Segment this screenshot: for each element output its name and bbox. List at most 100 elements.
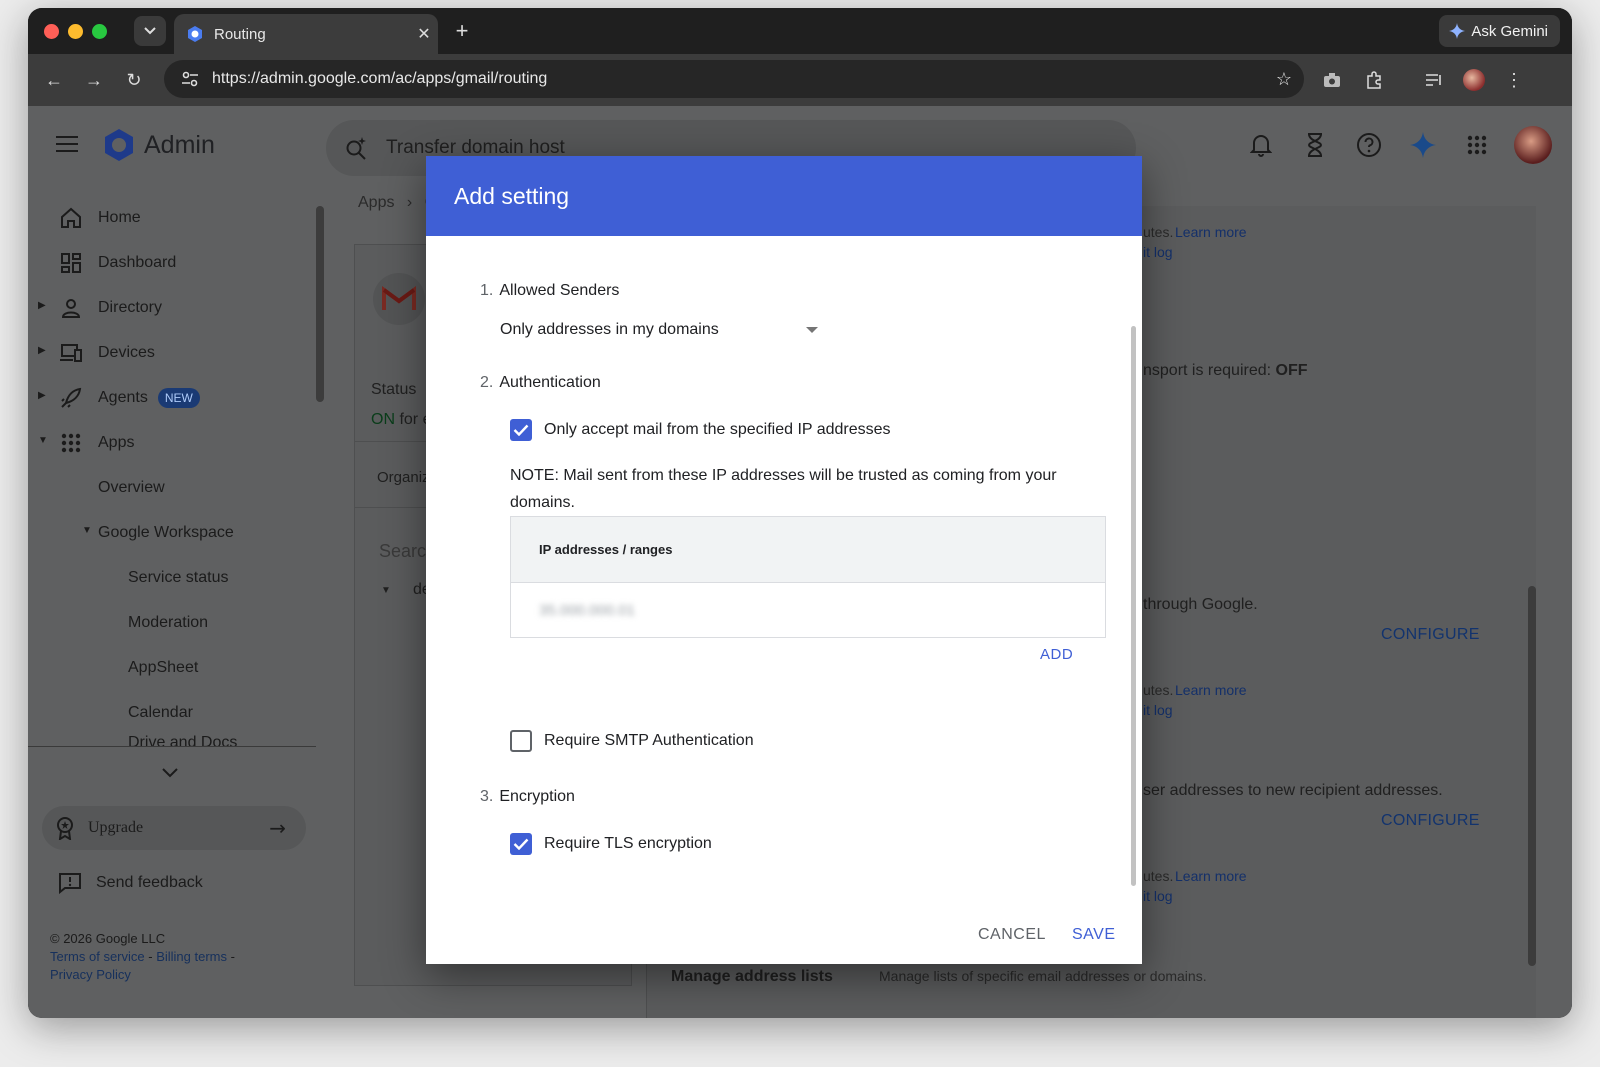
table-row[interactable]: 35.000.000.01 [511,583,1105,637]
sidebar-item-label: Apps [98,434,135,451]
gmail-logo-icon [373,273,425,325]
save-button[interactable]: SAVE [1072,926,1116,944]
add-ip-button[interactable]: ADD [1040,646,1073,663]
sidebar-item-label: Service status [128,569,229,586]
routing-desc-fragment: through Google. [1143,596,1258,613]
manage-address-lists-title[interactable]: Manage address lists [671,968,833,986]
audit-log-link[interactable]: it log [1143,702,1173,718]
back-icon[interactable]: ← [40,66,68,94]
sidebar-item-label: Dashboard [98,254,177,271]
configure-button[interactable]: CONFIGURE [1381,812,1480,830]
show-more-chevron-icon[interactable] [162,762,178,783]
sidebar-item-directory[interactable]: Directory [58,290,162,326]
forward-icon[interactable]: → [80,66,108,94]
cancel-button[interactable]: CANCEL [978,926,1046,944]
account-avatar[interactable] [1514,126,1552,164]
smtp-auth-checkbox[interactable] [510,730,532,752]
app-launcher-grid-icon[interactable] [1460,128,1494,162]
sidebar-item-devices[interactable]: Devices [58,335,155,371]
billing-terms-link[interactable]: Billing terms [156,949,227,964]
allowed-senders-value: Only addresses in my domains [500,321,719,338]
main-menu-icon[interactable] [56,136,78,157]
main-scrollbar[interactable] [1528,586,1536,966]
tls-checkbox[interactable] [510,833,532,855]
admin-logo[interactable]: Admin [102,128,215,162]
dialog-scrollbar[interactable] [1131,326,1136,886]
sidebar-item-service-status[interactable]: Service status [128,563,228,593]
gemini-icon[interactable] [1406,128,1440,162]
media-queue-icon[interactable] [1420,66,1448,94]
apps-grid-icon [58,433,84,453]
collapse-caret-icon[interactable]: ▼ [82,525,92,536]
audit-log-link[interactable]: it log [1143,244,1173,260]
sidebar-item-label: Overview [98,479,165,496]
sidebar-item-dashboard[interactable]: Dashboard [58,245,176,281]
tasks-hourglass-icon[interactable] [1298,128,1332,162]
tree-caret-icon[interactable]: ▼ [381,585,391,596]
admin-favicon-icon [186,25,204,43]
help-icon[interactable] [1352,128,1386,162]
configure-button[interactable]: CONFIGURE [1381,626,1480,644]
sidebar-item-drive-docs[interactable]: Drive and Docs [128,734,237,746]
camera-icon[interactable] [1318,66,1346,94]
sidebar-item-apps[interactable]: Apps [58,425,134,461]
footer-separator: - [227,949,235,964]
section-number: 2. [480,374,494,391]
ip-restriction-checkbox[interactable] [510,419,532,441]
sidebar-item-appsheet[interactable]: AppSheet [128,653,198,683]
ip-trust-note: NOTE: Mail sent from these IP addresses … [510,467,1057,511]
admin-hex-icon [105,129,133,161]
tab-search-button[interactable] [134,16,166,46]
copyright-text: © 2026 Google LLC [50,931,166,946]
tls-checkbox-row[interactable]: Require TLS encryption [510,833,712,855]
sidebar-item-overview[interactable]: Overview [98,473,165,503]
sidebar-item-label: Devices [98,344,155,361]
browser-window: Routing ✕ + Ask Gemini ← → ↻ https://adm… [28,8,1572,1018]
notifications-bell-icon[interactable] [1244,128,1278,162]
tab-strip: Routing ✕ + Ask Gemini [28,8,1572,54]
maximize-window-button[interactable] [92,24,107,39]
expand-caret-icon[interactable]: ▶ [38,390,46,401]
terms-link[interactable]: Terms of service [50,949,145,964]
expand-caret-icon[interactable]: ▶ [38,345,46,356]
dialog-header: Add setting [426,156,1142,236]
learn-more-link[interactable]: Learn more [1175,682,1247,698]
breadcrumb-apps[interactable]: Apps [358,194,394,211]
site-settings-icon[interactable] [172,71,208,87]
sidebar-item-google-workspace[interactable]: Google Workspace [98,518,234,548]
section-label: Allowed Senders [499,282,620,299]
sidebar-item-agents[interactable]: Agents NEW [58,380,200,416]
send-feedback-button[interactable]: Send feedback [58,866,203,900]
smtp-auth-checkbox-row[interactable]: Require SMTP Authentication [510,730,754,752]
browser-menu-icon[interactable]: ⋮ [1500,66,1528,94]
ask-gemini-button[interactable]: Ask Gemini [1439,15,1560,47]
sidebar-item-home[interactable]: Home [58,200,141,236]
tab-title: Routing [214,25,266,43]
address-bar[interactable]: https://admin.google.com/ac/apps/gmail/r… [164,60,1304,98]
sidebar-item-calendar[interactable]: Calendar [128,698,193,728]
reload-icon[interactable]: ↻ [120,66,148,94]
learn-more-link[interactable]: Learn more [1175,224,1247,240]
learn-more-link[interactable]: Learn more [1175,868,1247,884]
sidebar-item-moderation[interactable]: Moderation [128,608,208,638]
new-tab-button[interactable]: + [448,18,476,44]
bookmark-star-icon[interactable]: ☆ [1264,69,1304,90]
person-icon [58,297,84,319]
profile-avatar[interactable] [1460,66,1488,94]
minimize-window-button[interactable] [68,24,83,39]
extensions-puzzle-icon[interactable] [1360,66,1388,94]
expand-caret-icon[interactable]: ▶ [38,300,46,311]
allowed-senders-dropdown[interactable]: Only addresses in my domains [500,316,818,344]
smtp-auth-label: Require SMTP Authentication [544,732,754,749]
privacy-policy-link[interactable]: Privacy Policy [50,966,235,984]
close-window-button[interactable] [44,24,59,39]
ip-restriction-checkbox-row[interactable]: Only accept mail from the specified IP a… [510,419,891,441]
transport-setting-text: nsport is required: OFF [1143,362,1308,380]
audit-log-link[interactable]: it log [1143,888,1173,904]
close-tab-icon[interactable]: ✕ [410,24,438,44]
tab-routing[interactable]: Routing ✕ [174,14,438,54]
collapse-caret-icon[interactable]: ▼ [38,435,48,446]
checkmark-icon [513,838,529,850]
upgrade-button[interactable]: Upgrade → [42,806,306,850]
sidebar-scrollbar[interactable] [316,206,324,402]
